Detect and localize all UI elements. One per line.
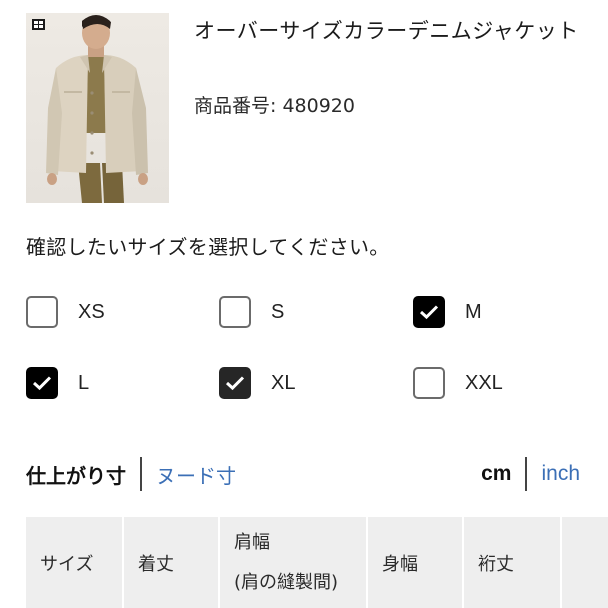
checkbox-xl[interactable] [219, 367, 251, 399]
product-image [26, 13, 169, 203]
size-label-xl: XL [271, 371, 296, 394]
unit-divider [525, 457, 528, 491]
product-code: 商品番号: 480920 [194, 95, 355, 117]
size-prompt: 確認したいサイズを選択してください。 [26, 235, 390, 259]
col-more [562, 517, 608, 608]
col-size: サイズ [26, 517, 124, 608]
size-option-l[interactable]: L [26, 367, 89, 399]
tab-divider [140, 457, 142, 491]
unit-cm[interactable]: cm [481, 462, 511, 486]
product-photo [32, 15, 148, 203]
size-label-xxl: XXL [465, 371, 503, 394]
checkmark-icon [32, 376, 52, 391]
brand-logo-icon [32, 19, 45, 30]
size-label-l: L [78, 371, 90, 394]
size-label-s: S [271, 300, 285, 323]
size-guide-page: オーバーサイズカラーデニムジャケット 商品番号: 480920 確認したいサイズ… [0, 0, 608, 608]
checkmark-icon [419, 305, 439, 320]
unit-inch[interactable]: inch [541, 462, 580, 486]
size-option-xs[interactable]: XS [26, 296, 105, 328]
checkbox-s[interactable] [219, 296, 251, 328]
tab-body-size[interactable]: ヌード寸 [156, 460, 236, 489]
checkbox-xs[interactable] [26, 296, 58, 328]
checkbox-l[interactable] [26, 367, 58, 399]
col-shoulder: 肩幅 (肩の縫製間) [220, 517, 368, 608]
tab-finished-size[interactable]: 仕上がり寸 [26, 460, 126, 489]
col-length: 着丈 [124, 517, 220, 608]
col-sleeve: 裄丈 [464, 517, 562, 608]
product-name: オーバーサイズカラーデニムジャケット [194, 19, 579, 43]
checkmark-icon [225, 376, 245, 391]
size-label-xs: XS [78, 300, 105, 323]
measurement-tabs: 仕上がり寸 ヌード寸 [26, 456, 236, 492]
col-chest: 身幅 [368, 517, 464, 608]
unit-toggle: cm inch [481, 456, 580, 492]
checkbox-xxl[interactable] [413, 367, 445, 399]
size-label-m: M [465, 300, 482, 323]
size-table-header: サイズ 着丈 肩幅 (肩の縫製間) 身幅 裄丈 [26, 517, 608, 608]
size-option-m[interactable]: M [413, 296, 482, 328]
size-option-xl[interactable]: XL [219, 367, 295, 399]
size-option-s[interactable]: S [219, 296, 284, 328]
size-option-xxl[interactable]: XXL [413, 367, 503, 399]
checkbox-m[interactable] [413, 296, 445, 328]
